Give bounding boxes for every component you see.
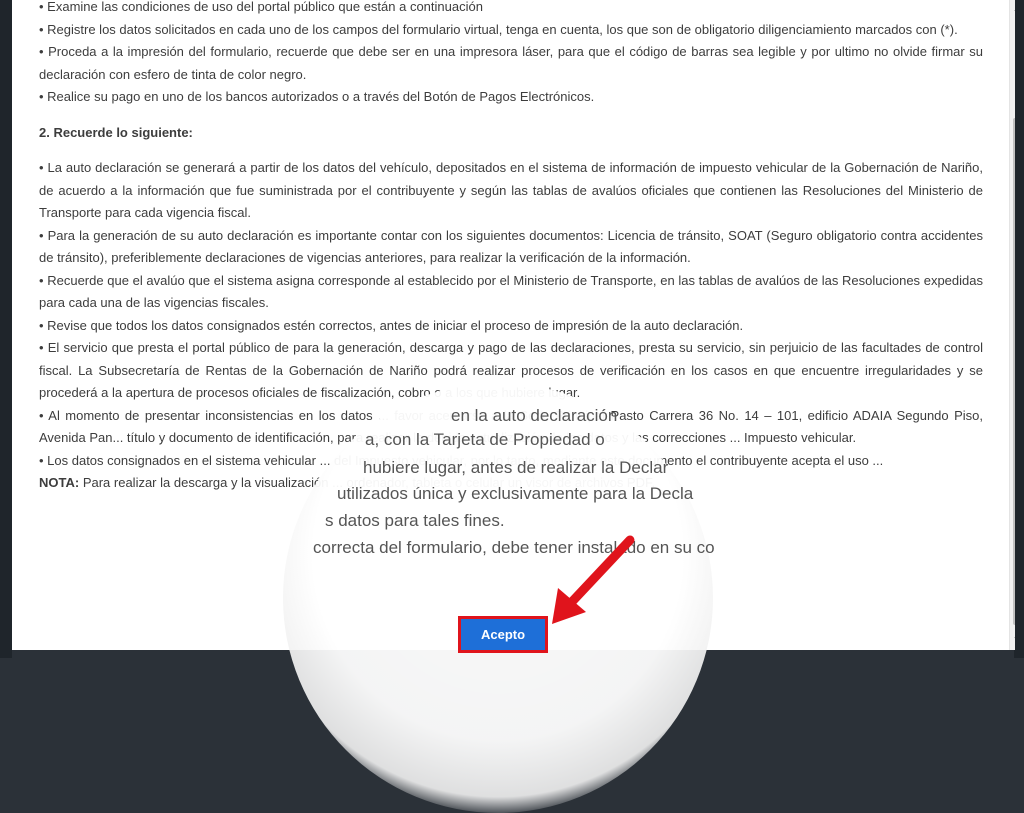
magnified-text-5: s datos para tales fines. — [325, 511, 505, 530]
scroll-down-arrow-icon[interactable] — [1014, 637, 1015, 642]
reminder-item-4: • Revise que todos los datos consignados… — [39, 317, 744, 333]
magnified-text-2: a, con la Tarjeta de Propiedad o — [365, 430, 605, 449]
backdrop-left — [0, 0, 12, 658]
terms-line-3: • Proceda a la impresión del formulario,… — [39, 44, 983, 82]
reminder-item-5: • El servicio que presta el portal públi… — [39, 340, 983, 400]
section-2-title: 2. Recuerde lo siguiente: — [39, 124, 193, 140]
backdrop-right — [1014, 0, 1024, 658]
reminder-item-1: • La auto declaración se generará a part… — [39, 160, 983, 220]
magnified-text-4: utilizados única y exclusivamente para l… — [337, 484, 694, 503]
reminder-item-3: • Recuerde que el avalúo que el sistema … — [39, 272, 983, 311]
magnified-text-1: en la auto declaración — [451, 406, 618, 425]
reminder-item-2: • Para la generación de su auto declarac… — [39, 227, 983, 266]
nota-label: NOTA: — [39, 475, 80, 490]
terms-line-4: • Realice su pago en uno de los bancos a… — [39, 89, 595, 104]
red-arrow-icon — [552, 535, 635, 624]
magnified-text-6: correcta del formulario, debe tener inst… — [313, 538, 715, 557]
terms-line-2: • Registre los datos solicitados en cada… — [39, 21, 958, 37]
accept-button[interactable]: Acepto — [458, 616, 548, 653]
scroll-thumb[interactable] — [1013, 118, 1015, 625]
scroll-up-arrow-icon[interactable] — [1014, 6, 1015, 11]
scrollbar[interactable] — [1009, 0, 1015, 650]
terms-line-1: • Examine las condiciones de uso del por… — [39, 0, 483, 14]
magnified-text-3: hubiere lugar, antes de realizar la Decl… — [363, 458, 669, 477]
